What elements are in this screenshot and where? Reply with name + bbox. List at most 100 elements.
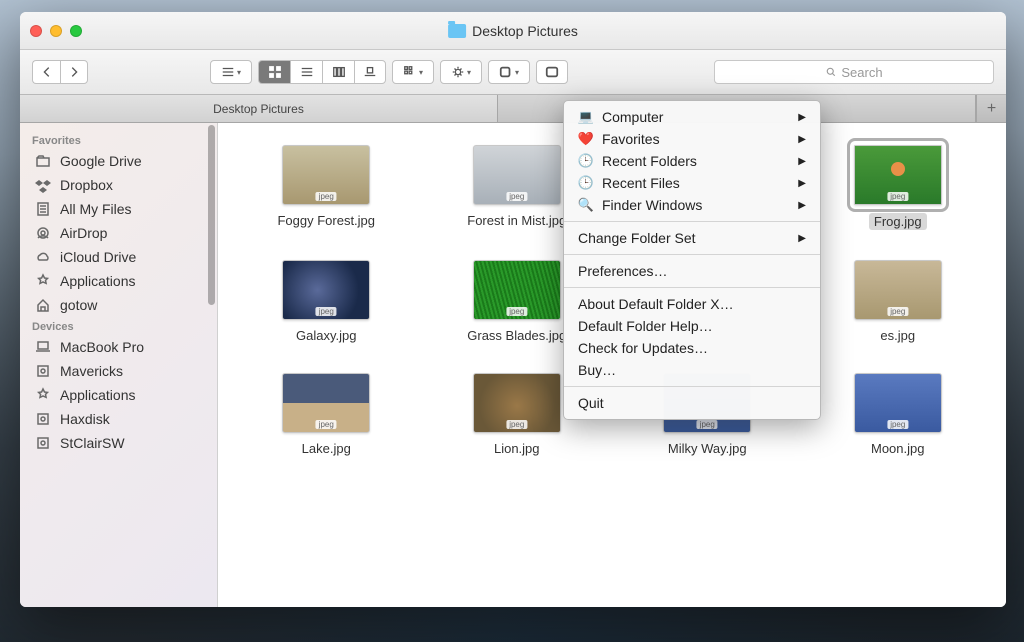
sidebar-item-icon xyxy=(34,434,52,452)
sidebar-item-macbook-pro[interactable]: MacBook Pro xyxy=(20,335,217,359)
sidebar-item-label: Mavericks xyxy=(60,363,123,379)
action-button[interactable]: ▾ xyxy=(440,60,482,84)
menu-item-label: Quit xyxy=(578,395,604,411)
file-thumbnail[interactable] xyxy=(473,260,561,320)
sidebar-item-applications[interactable]: Applications xyxy=(20,269,217,293)
sidebar-item-label: Applications xyxy=(60,387,136,403)
menu-item-label: Check for Updates… xyxy=(578,340,708,356)
column-view-button[interactable] xyxy=(322,60,354,84)
file-thumbnail[interactable] xyxy=(473,145,561,205)
forward-button[interactable] xyxy=(60,60,88,84)
menu-item-icon: 🕒 xyxy=(578,153,594,169)
menu-item-preferences-[interactable]: Preferences… xyxy=(564,260,820,282)
file-name[interactable]: Frog.jpg xyxy=(869,213,927,230)
sidebar-item-label: AirDrop xyxy=(60,225,107,241)
file-thumbnail[interactable] xyxy=(854,260,942,320)
minimize-button[interactable] xyxy=(50,25,62,37)
submenu-arrow-icon: ▶ xyxy=(798,178,806,189)
sidebar-header: Favorites xyxy=(20,131,217,149)
sidebar-item-applications[interactable]: Applications xyxy=(20,383,217,407)
zoom-button[interactable] xyxy=(70,25,82,37)
sidebar-item-google-drive[interactable]: Google Drive xyxy=(20,149,217,173)
new-tab-button[interactable]: + xyxy=(976,95,1006,122)
sidebar-scrollbar[interactable] xyxy=(208,125,215,305)
file-name[interactable]: es.jpg xyxy=(880,328,915,343)
menu-item-label: Finder Windows xyxy=(602,197,702,213)
file-item[interactable]: Frog.jpg xyxy=(808,145,989,230)
tab-bar: Desktop Pictures + xyxy=(20,95,1006,123)
sidebar-item-label: gotow xyxy=(60,297,97,313)
menu-item-finder-windows[interactable]: 🔍 Finder Windows ▶ xyxy=(564,194,820,216)
file-name[interactable]: Forest in Mist.jpg xyxy=(467,213,566,228)
sidebar-header: Devices xyxy=(20,317,217,335)
menu-item-computer[interactable]: 💻 Computer ▶ xyxy=(564,106,820,128)
sidebar-item-dropbox[interactable]: Dropbox xyxy=(20,173,217,197)
menu-item-label: Favorites xyxy=(602,131,660,147)
file-name[interactable]: Lion.jpg xyxy=(494,441,540,456)
submenu-arrow-icon: ▶ xyxy=(798,134,806,145)
sidebar-item-icon xyxy=(34,224,52,242)
menu-item-icon: 💻 xyxy=(578,109,594,125)
menu-separator xyxy=(564,287,820,288)
back-button[interactable] xyxy=(32,60,60,84)
menu-item-quit[interactable]: Quit xyxy=(564,392,820,414)
file-item[interactable]: es.jpg xyxy=(808,260,989,343)
dfx-menu-button[interactable]: ▾ xyxy=(488,60,530,84)
menu-item-buy-[interactable]: Buy… xyxy=(564,359,820,381)
sidebar-item-icon xyxy=(34,176,52,194)
file-item[interactable]: Moon.jpg xyxy=(808,373,989,456)
coverflow-view-button[interactable] xyxy=(354,60,386,84)
file-name[interactable]: Moon.jpg xyxy=(871,441,924,456)
window-title: Desktop Pictures xyxy=(448,23,578,39)
menu-item-label: Recent Folders xyxy=(602,153,697,169)
icon-view-button[interactable] xyxy=(258,60,290,84)
menu-item-favorites[interactable]: ❤️ Favorites ▶ xyxy=(564,128,820,150)
arrange-button[interactable]: ▾ xyxy=(392,60,434,84)
menu-item-default-folder-help-[interactable]: Default Folder Help… xyxy=(564,315,820,337)
sidebar-item-gotow[interactable]: gotow xyxy=(20,293,217,317)
menu-item-check-for-updates-[interactable]: Check for Updates… xyxy=(564,337,820,359)
tab-desktop-pictures[interactable]: Desktop Pictures xyxy=(20,95,498,122)
sidebar: Favorites Google Drive Dropbox All My Fi… xyxy=(20,123,218,607)
file-name[interactable]: Galaxy.jpg xyxy=(296,328,356,343)
sidebar-item-all-my-files[interactable]: All My Files xyxy=(20,197,217,221)
menu-item-recent-files[interactable]: 🕒 Recent Files ▶ xyxy=(564,172,820,194)
sidebar-item-airdrop[interactable]: AirDrop xyxy=(20,221,217,245)
file-thumbnail[interactable] xyxy=(473,373,561,433)
file-thumbnail[interactable] xyxy=(854,145,942,205)
menu-item-icon: ❤️ xyxy=(578,131,594,147)
file-name[interactable]: Foggy Forest.jpg xyxy=(277,213,375,228)
sidebar-item-label: Haxdisk xyxy=(60,411,110,427)
menu-item-label: Buy… xyxy=(578,362,616,378)
sidebar-item-stclairsw[interactable]: StClairSW xyxy=(20,431,217,455)
titlebar: Desktop Pictures xyxy=(20,12,1006,50)
menu-item-recent-folders[interactable]: 🕒 Recent Folders ▶ xyxy=(564,150,820,172)
file-thumbnail[interactable] xyxy=(282,373,370,433)
sidebar-item-label: StClairSW xyxy=(60,435,125,451)
file-item[interactable]: Lake.jpg xyxy=(236,373,417,456)
list-view-button[interactable] xyxy=(290,60,322,84)
menu-item-icon: 🕒 xyxy=(578,175,594,191)
menu-item-change-folder-set[interactable]: Change Folder Set ▶ xyxy=(564,227,820,249)
file-thumbnail[interactable] xyxy=(854,373,942,433)
file-item[interactable]: Galaxy.jpg xyxy=(236,260,417,343)
dfx-folder-button[interactable] xyxy=(536,60,568,84)
toolbar: ▾ ▾ ▾ ▾ Search xyxy=(20,50,1006,95)
file-thumbnail[interactable] xyxy=(282,145,370,205)
menu-item-about-default-folder-x-[interactable]: About Default Folder X… xyxy=(564,293,820,315)
file-name[interactable]: Milky Way.jpg xyxy=(668,441,747,456)
sidebar-item-icloud-drive[interactable]: iCloud Drive xyxy=(20,245,217,269)
sidebar-item-mavericks[interactable]: Mavericks xyxy=(20,359,217,383)
sidebar-item-haxdisk[interactable]: Haxdisk xyxy=(20,407,217,431)
sidebar-item-icon xyxy=(34,386,52,404)
sidebar-item-icon xyxy=(34,248,52,266)
sidebar-toggle-button[interactable]: ▾ xyxy=(210,60,252,84)
file-item[interactable]: Foggy Forest.jpg xyxy=(236,145,417,230)
search-field[interactable]: Search xyxy=(714,60,994,84)
file-name[interactable]: Grass Blades.jpg xyxy=(467,328,566,343)
menu-item-label: Change Folder Set xyxy=(578,230,696,246)
file-thumbnail[interactable] xyxy=(282,260,370,320)
finder-window: Desktop Pictures ▾ ▾ ▾ ▾ xyxy=(20,12,1006,607)
close-button[interactable] xyxy=(30,25,42,37)
file-name[interactable]: Lake.jpg xyxy=(302,441,351,456)
